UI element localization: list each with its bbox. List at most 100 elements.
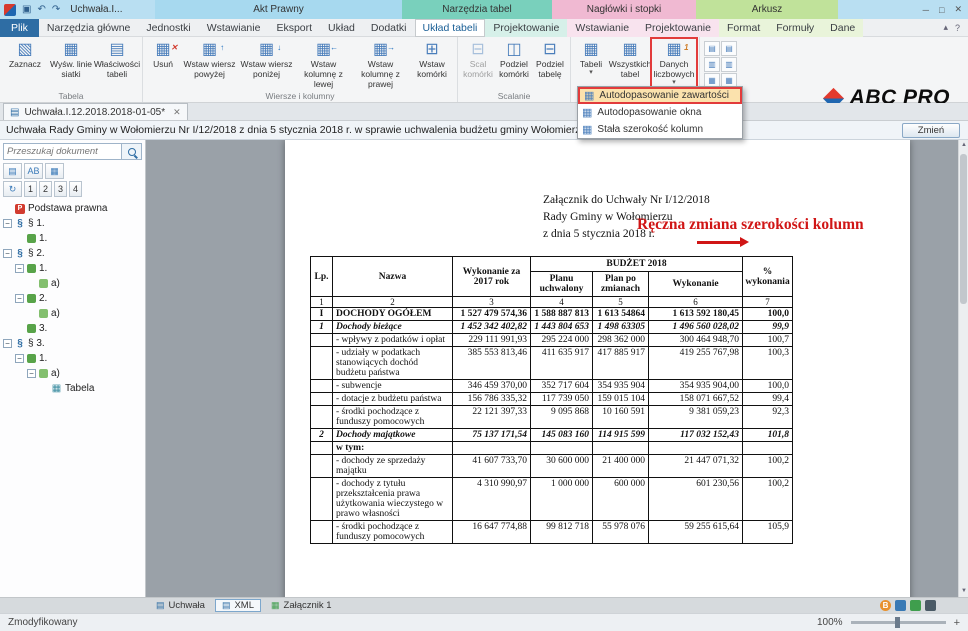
select-table-button[interactable]: ▧ Zaznacz	[2, 38, 48, 88]
tree-item-1[interactable]: −§§ 1.	[0, 216, 145, 231]
insert-row-above-button[interactable]: ▦↑ Wstaw wiersz powyżej	[181, 38, 238, 88]
collapse-toggle-icon[interactable]: −	[15, 354, 24, 363]
tree-item-8[interactable]: 3.	[0, 321, 145, 336]
split-table-button[interactable]: ⊟ Podziel tabelę	[532, 38, 568, 88]
table-cell[interactable]	[311, 393, 333, 406]
table-header-budzet-2018[interactable]: BUDŻET 2018	[531, 257, 743, 272]
ribbon-tab-4[interactable]: Eksport	[268, 19, 320, 37]
table-cell[interactable]: 117 032 152,43	[649, 429, 743, 442]
search-button[interactable]	[122, 143, 142, 160]
table-header-wykonanie[interactable]: Wykonanie	[649, 272, 743, 297]
table-cell[interactable]	[311, 347, 333, 380]
table-row[interactable]: w tym:	[311, 442, 793, 455]
table-cell[interactable]	[593, 442, 649, 455]
table-cell[interactable]: 75 137 171,54	[453, 429, 531, 442]
badge-icon-b[interactable]: B	[880, 600, 891, 611]
ribbon-tab-10[interactable]: Projektowanie	[637, 19, 719, 37]
table-cell[interactable]: DOCHODY OGÓŁEM	[333, 308, 453, 321]
menu-item-0[interactable]: ▦Autodopasowanie zawartości	[578, 87, 742, 104]
redo-icon[interactable]: ↷	[52, 4, 60, 15]
table-cell[interactable]: 9 095 868	[531, 406, 593, 429]
table-cell[interactable]: 22 121 397,33	[453, 406, 531, 429]
ribbon-tab-5[interactable]: Układ	[320, 19, 363, 37]
collapse-toggle-icon[interactable]: −	[27, 369, 36, 378]
save-icon[interactable]: ▣	[22, 4, 31, 15]
table-cell[interactable]: Dochody bieżące	[333, 321, 453, 334]
table-cell[interactable]: 59 255 615,64	[649, 521, 743, 544]
tree-item-7[interactable]: a)	[0, 306, 145, 321]
close-tab-icon[interactable]: ✕	[173, 107, 181, 118]
table-row[interactable]: - wpływy z podatków i opłat229 111 991,9…	[311, 334, 793, 347]
table-cell[interactable]: 346 459 370,00	[453, 380, 531, 393]
table-cell[interactable]: 352 717 604	[531, 380, 593, 393]
table-cell[interactable]: 145 083 160	[531, 429, 593, 442]
table-cell[interactable]: 21 400 000	[593, 455, 649, 478]
tree-item-11[interactable]: −a)	[0, 366, 145, 381]
table-cell[interactable]: 10 160 591	[593, 406, 649, 429]
table-cell[interactable]: 354 935 904,00	[649, 380, 743, 393]
refresh-button[interactable]: ↻	[3, 181, 22, 197]
table-cell[interactable]: 385 553 813,46	[453, 347, 531, 380]
budget-table[interactable]: Lp. Nazwa Wykonanie za 2017 rok BUDŻET 2…	[310, 256, 793, 544]
table-cell[interactable]	[311, 478, 333, 521]
table-cell[interactable]: 156 786 335,32	[453, 393, 531, 406]
table-cell[interactable]: - udziały w podatkach stanowiących dochó…	[333, 347, 453, 380]
document-view-button[interactable]: ▦	[45, 163, 64, 179]
undo-icon[interactable]: ↶	[37, 4, 45, 15]
expand-level-3-button[interactable]: 3	[54, 181, 67, 197]
table-cell[interactable]: 158 071 667,52	[649, 393, 743, 406]
table-cell[interactable]: 354 935 904	[593, 380, 649, 393]
ribbon-tab-11[interactable]: Format	[719, 19, 768, 37]
table-cell[interactable]	[311, 334, 333, 347]
expand-level-1-button[interactable]: 1	[24, 181, 37, 197]
vertical-scrollbar[interactable]: ▲ ▼	[958, 140, 968, 597]
zoom-slider[interactable]	[851, 621, 946, 624]
change-title-button[interactable]: Zmień	[902, 123, 960, 138]
collapse-ribbon-icon[interactable]: ▴	[943, 22, 948, 33]
table-cell[interactable]: 9 381 059,23	[649, 406, 743, 429]
table-cell[interactable]: 1 452 342 402,82	[453, 321, 531, 334]
merge-cells-button[interactable]: ⊟ Scal komórki	[460, 38, 496, 88]
table-cell[interactable]	[311, 521, 333, 544]
zoom-in-icon[interactable]: +	[954, 617, 960, 629]
table-cell[interactable]: 4 310 990,97	[453, 478, 531, 521]
ribbon-tab-6[interactable]: Dodatki	[363, 19, 415, 37]
table-row[interactable]: - dochody ze sprzedaży majątku41 607 733…	[311, 455, 793, 478]
table-header-nazwa[interactable]: Nazwa	[333, 257, 453, 297]
table-properties-button[interactable]: ▤ Właściwości tabeli	[94, 38, 140, 88]
table-cell[interactable]: 600 000	[593, 478, 649, 521]
table-cell[interactable]: 16 647 774,88	[453, 521, 531, 544]
expand-level-2-button[interactable]: 2	[39, 181, 52, 197]
table-row[interactable]: - środki pochodzące z funduszy pomocowyc…	[311, 521, 793, 544]
table-row[interactable]: - dochody z tytułu przekształcenia prawa…	[311, 478, 793, 521]
table-header-plan-po-zmianach[interactable]: Plan po zmianach	[593, 272, 649, 297]
ribbon-tab-1[interactable]: Narzędzia główne	[39, 19, 138, 37]
collapse-toggle-icon[interactable]: −	[15, 264, 24, 273]
table-cell[interactable]: 100,2	[743, 478, 793, 521]
scroll-down-icon[interactable]: ▼	[959, 586, 968, 597]
align-cell-button-4[interactable]: ▥	[721, 57, 737, 72]
tree-item-9[interactable]: −§§ 3.	[0, 336, 145, 351]
table-cell[interactable]: 99,4	[743, 393, 793, 406]
table-row[interactable]: IDOCHODY OGÓŁEM1 527 479 574,361 588 887…	[311, 308, 793, 321]
close-icon[interactable]: ✕	[954, 4, 962, 15]
document-tab[interactable]: ▤ Uchwała.I.12.2018.2018-01-05* ✕	[3, 103, 188, 120]
align-cell-button-3[interactable]: ▥	[704, 57, 720, 72]
table-cell[interactable]: 21 447 071,32	[649, 455, 743, 478]
tree-item-4[interactable]: −1.	[0, 261, 145, 276]
table-cell[interactable]: 300 464 948,70	[649, 334, 743, 347]
tree-item-2[interactable]: 1.	[0, 231, 145, 246]
table-header-wykonanie-2017[interactable]: Wykonanie za 2017 rok	[453, 257, 531, 297]
table-cell[interactable]: - wpływy z podatków i opłat	[333, 334, 453, 347]
table-cell[interactable]: 295 224 000	[531, 334, 593, 347]
table-cell[interactable]: 1	[311, 321, 333, 334]
table-cell[interactable]: 1 443 804 653	[531, 321, 593, 334]
table-cell[interactable]: 100,0	[743, 380, 793, 393]
scrollbar-thumb[interactable]	[960, 154, 967, 304]
tree-item-6[interactable]: −2.	[0, 291, 145, 306]
text-view-button[interactable]: AB	[24, 163, 43, 179]
tree-item-3[interactable]: −§§ 2.	[0, 246, 145, 261]
table-cell[interactable]: - dotacje z budżetu państwa	[333, 393, 453, 406]
table-cell[interactable]: 1 613 592 180,45	[649, 308, 743, 321]
table-cell[interactable]	[649, 442, 743, 455]
